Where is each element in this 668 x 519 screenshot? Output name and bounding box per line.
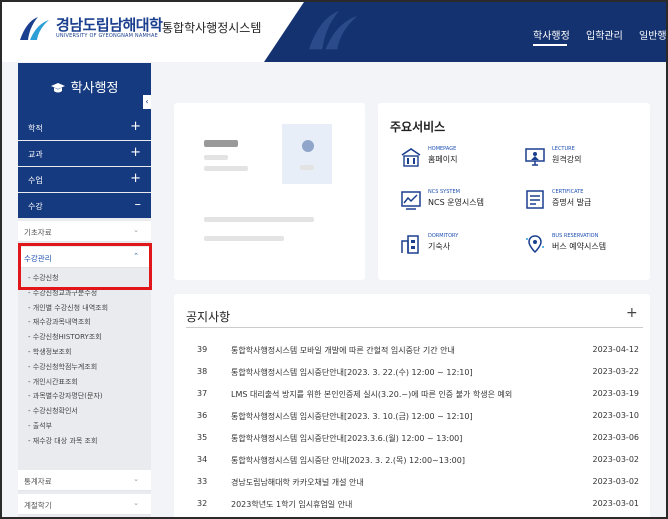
sidebar-item-hakjeok[interactable]: 학적 + <box>18 115 151 140</box>
service-homepage[interactable]: HOMEPAGE 홈페이지 <box>400 146 520 174</box>
avatar <box>302 140 314 152</box>
submenu-item[interactable]: - 수강신청확인서 <box>18 404 151 419</box>
submenu-item[interactable]: - 재수강과목내역조회 <box>18 315 151 330</box>
service-lecture[interactable]: LECTURE 원격강의 <box>524 146 644 174</box>
divider <box>186 327 643 328</box>
sidebar-item-sueop[interactable]: 수업 + <box>18 167 151 192</box>
expand-icon: + <box>130 119 141 134</box>
submenu-item[interactable]: - 수강신청학점누계조회 <box>18 360 151 375</box>
sidebar-collapse-button[interactable]: ‹ <box>143 95 151 109</box>
banner-watermark-logo <box>304 6 364 62</box>
notice-row[interactable]: 33 경남도립남해대학 카카오채널 개설 안내 2023-03-02 <box>186 473 643 495</box>
service-certificate[interactable]: CERTIFICATE 증명서 발급 <box>524 189 644 217</box>
highlight-box <box>18 243 152 290</box>
certificate-icon <box>526 190 544 209</box>
service-dormitory[interactable]: DORMITORY 기숙사 <box>400 233 520 261</box>
expand-icon: + <box>130 171 141 186</box>
profile-photo <box>282 124 332 184</box>
services-title: 주요서비스 <box>390 120 446 134</box>
submenu-item[interactable]: - 수강신청HISTORY조회 <box>18 330 151 345</box>
notice-row[interactable]: 37 LMS 대리출석 방지를 위한 본인인증제 실시(3.20.~)에 따른 … <box>186 385 643 407</box>
course-management-submenu: - 수강신청 - 수강신청교과구분수정 - 개인별 수강신청 내역조회 - 재수… <box>18 271 151 449</box>
service-ncs-system[interactable]: NCS SYSTEM NCS 운영시스템 <box>400 189 520 217</box>
nav-active-indicator <box>533 44 567 46</box>
submenu-item[interactable]: - 개인별 수강신청 내역조회 <box>18 301 151 316</box>
logo-subtitle: UNIVERSITY OF GYEONGNAM NAMHAE <box>56 33 158 39</box>
submenu-item[interactable]: - 학생정보조회 <box>18 345 151 360</box>
sidebar-item-basic-data[interactable]: 기초자료 ⌄ <box>18 221 151 242</box>
chevron-down-icon: ⌄ <box>133 475 139 483</box>
header: 경남도립남해대학 UNIVERSITY OF GYEONGNAM NAMHAE … <box>2 2 666 62</box>
nav-general[interactable]: 일반행 <box>639 27 666 42</box>
sidebar-title: 학사행정 <box>70 81 119 96</box>
university-logo-icon <box>20 17 49 40</box>
sidebar-item-sugang[interactable]: 수강 – <box>18 193 151 218</box>
sidebar-header: 학사행정 ‹ <box>18 63 151 109</box>
redacted-name <box>204 140 238 147</box>
notice-row[interactable]: 32 2023학년도 1학기 임시휴업일 안내 2023-03-01 <box>186 495 643 517</box>
chart-icon <box>401 191 421 210</box>
profile-card <box>174 103 365 280</box>
submenu-item[interactable]: - 개인시간표조회 <box>18 375 151 390</box>
sidebar-item-statistics[interactable]: 통계자료 ⌄ <box>18 470 151 491</box>
service-bus-reservation[interactable]: BUS RESERVATION 버스 예약시스템 <box>524 233 644 261</box>
notice-title: 공지사항 <box>186 310 231 324</box>
notice-more-button[interactable]: + <box>626 305 638 321</box>
expand-icon: + <box>130 145 141 160</box>
lecture-icon <box>525 148 545 166</box>
chevron-down-icon: ⌄ <box>133 499 139 507</box>
sidebar-item-gyogwa[interactable]: 교과 + <box>18 141 151 166</box>
graduation-cap-icon <box>50 83 65 93</box>
notice-row[interactable]: 38 통합학사행정시스템 임시중단안내[2023. 3. 22.(수) 12:0… <box>186 363 643 385</box>
nav-academic[interactable]: 학사행정 <box>533 27 570 42</box>
submenu-item[interactable]: - 과목별수강자명단(문자) <box>18 389 151 404</box>
notice-row[interactable]: 36 통합학사행정시스템 임시중단안내[2023. 3. 10.(금) 12:0… <box>186 407 643 429</box>
dormitory-icon <box>401 235 419 254</box>
sidebar-item-seasonal[interactable]: 계절학기 ⌄ <box>18 494 151 515</box>
chevron-down-icon: ⌄ <box>133 226 139 234</box>
submenu-item[interactable]: - 출석부 <box>18 419 151 434</box>
app-frame: 경남도립남해대학 UNIVERSITY OF GYEONGNAM NAMHAE … <box>0 0 668 519</box>
submenu-item[interactable]: - 재수강 대상 과목 조회 <box>18 434 151 449</box>
logo-title[interactable]: 경남도립남해대학 <box>56 14 163 35</box>
notice-row[interactable]: 34 통합학사행정시스템 임시중단 안내[2023. 3. 2.(목) 12:0… <box>186 451 643 473</box>
notice-row[interactable]: 39 통합학사행정시스템 모바일 개발에 따른 간헐적 임시중단 기간 안내 2… <box>186 341 643 363</box>
bus-icon <box>526 235 544 254</box>
building-icon <box>401 148 421 167</box>
system-title: 통합학사행정시스템 <box>162 21 262 35</box>
notice-row[interactable]: 35 통합학사행정시스템 임시중단안내[2023.3.6.(월) 12:00 ~… <box>186 429 643 451</box>
sidebar: 학사행정 ‹ 학적 + 교과 + 수업 + 수강 – 기초자료 ⌄ 수강관리 ⌃ <box>18 63 151 517</box>
nav-admission[interactable]: 입학관리 <box>586 27 623 42</box>
collapse-icon: – <box>134 197 142 212</box>
